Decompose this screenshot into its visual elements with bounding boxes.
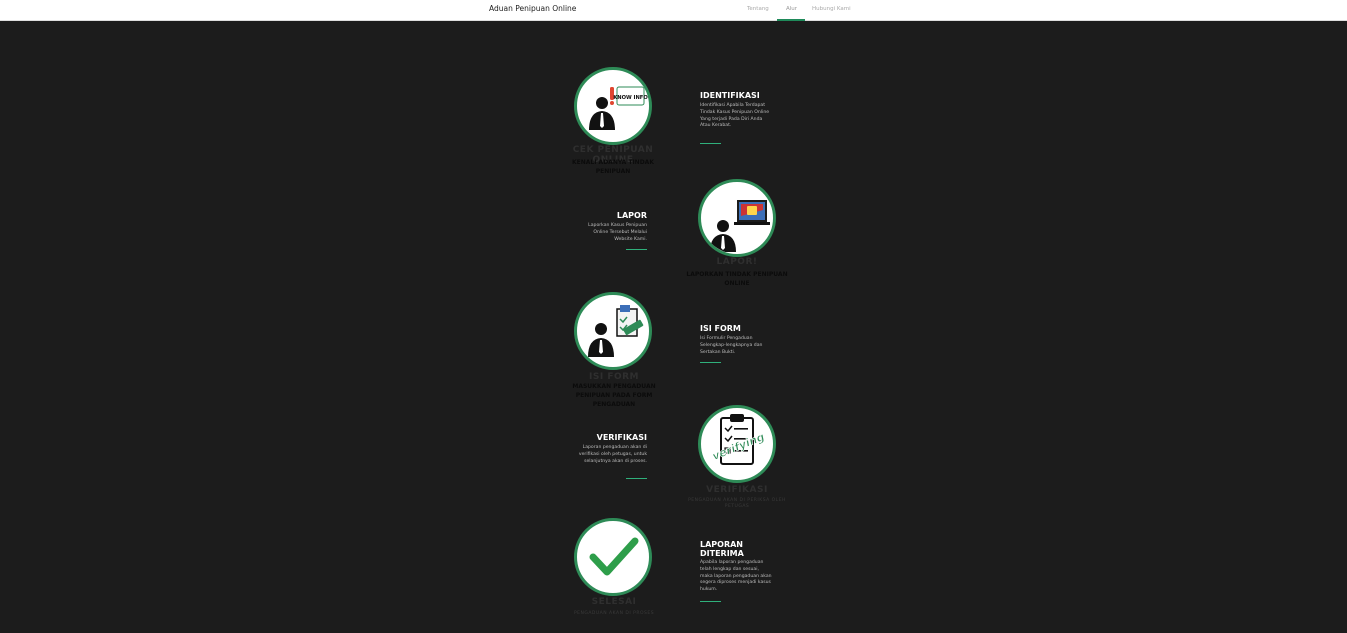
step-title-laporan-diterima: LAPORAN DITERIMA	[700, 540, 744, 558]
caption-title-isi-form: ISI FORM	[589, 372, 639, 382]
step-desc-verifikasi: Laporan pengaduan akan di verifikasi ole…	[578, 445, 647, 464]
nav-link-alur[interactable]: Alur	[786, 6, 797, 12]
caption-sub-isi-form: MASUKKAN PENGADUAN PENIPUAN PADA FORM PE…	[572, 383, 656, 408]
step-divider	[626, 249, 647, 250]
top-navbar: Aduan Penipuan Online Tentang Alur Hubun…	[0, 0, 1347, 21]
caption-title-verifikasi: VERIFIKASI	[706, 485, 768, 495]
step-image-lapor	[698, 179, 776, 257]
step-image-identifikasi: KNOW INFO	[574, 67, 652, 145]
caption-sub-identifikasi: KENALI ADANYA TINDAK PENIPUAN	[572, 159, 654, 175]
caption-sub-verifikasi: PENGADUAN AKAN DI PERIKSA OLEH PETUGAS	[688, 498, 786, 509]
step-divider	[626, 478, 647, 479]
step-title-identifikasi: IDENTIFIKASI	[700, 91, 760, 100]
person-alert-icon: KNOW INFO	[589, 86, 648, 130]
step-image-isi-form	[574, 292, 652, 370]
step-desc-identifikasi: Identifikasi Apabila Terdapat Tindak Kas…	[700, 103, 770, 129]
caption-sub-lapor: LAPORKAN TINDAK PENIPUAN ONLINE	[686, 271, 788, 287]
step-title-verifikasi: VERIFIKASI	[596, 433, 647, 442]
step-title-lapor: LAPOR	[616, 211, 647, 220]
caption-title-lapor: LAPOR!	[716, 257, 758, 267]
caption-sub-selesai: PENGADUAN AKAN DI PROSES	[573, 611, 655, 616]
navbar-brand[interactable]: Aduan Penipuan Online	[489, 4, 576, 13]
nav-link-hubungi-kami[interactable]: Hubungi Kami	[812, 6, 851, 12]
step-desc-isi-form: Isi Formulir Pengaduan Selengkap-lengkap…	[700, 336, 763, 355]
step-desc-laporan-diterima: Apabila laporan pengaduan telah lengkap …	[700, 560, 772, 593]
checkmark-icon	[589, 537, 639, 576]
person-form-icon	[588, 305, 644, 357]
badge-text: KNOW INFO	[613, 95, 648, 101]
flow-timeline: KNOW INFO CEK PENIPUAN ONLINE KENALI ADA…	[0, 21, 1347, 633]
step-title-isi-form: ISI FORM	[700, 324, 741, 333]
step-divider	[700, 362, 721, 363]
nav-link-tentang[interactable]: Tentang	[747, 6, 769, 12]
step-desc-lapor: Laporkan Kasus Penipuan Online Tersebut …	[588, 223, 647, 242]
person-laptop-icon	[710, 200, 770, 252]
clipboard-verify-icon: verifying	[710, 414, 767, 465]
step-image-laporan-diterima	[574, 518, 652, 596]
step-divider	[700, 143, 721, 144]
caption-title-selesai: SELESAI	[591, 597, 637, 607]
step-image-verifikasi: verifying	[698, 405, 776, 483]
step-divider	[700, 601, 721, 602]
